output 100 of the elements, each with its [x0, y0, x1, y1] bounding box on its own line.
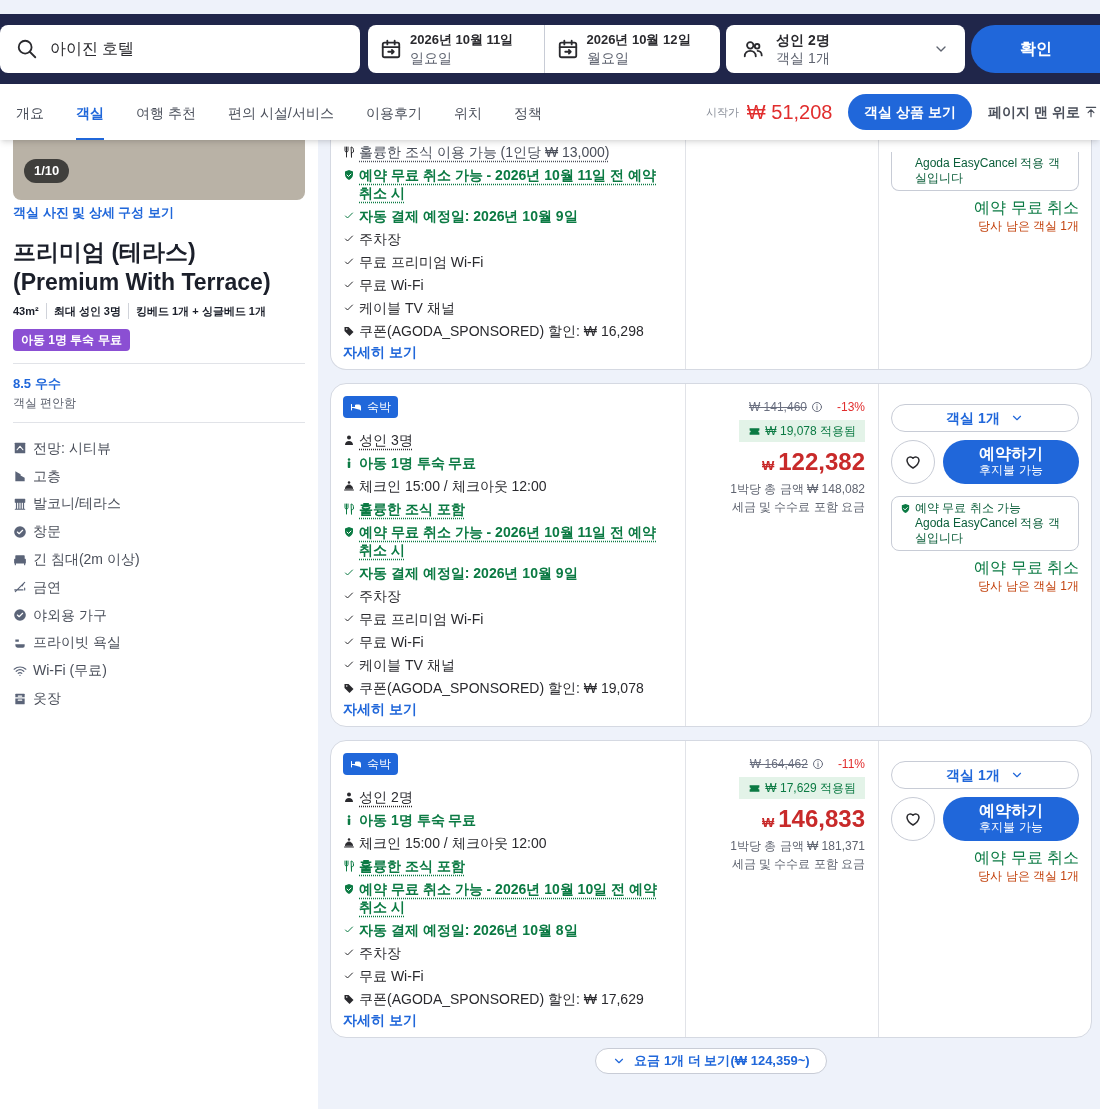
- room-photos-link[interactable]: 객실 사진 및 상세 구성 보기: [13, 203, 305, 223]
- total-price: 1박당 총 금액 ₩ 181,371: [730, 838, 865, 855]
- offer-feature: 예약 무료 취소 가능 - 2026년 10월 10일 전 예약 취소 시: [359, 879, 658, 916]
- original-price: ₩ 164,462: [749, 756, 808, 773]
- tax-note: 세금 및 수수료 포함 요금: [731, 499, 865, 516]
- nav-tab[interactable]: 여행 추천: [136, 100, 196, 140]
- confirm-button[interactable]: 확인: [971, 25, 1100, 73]
- date-text: 2026년 10월 11일: [410, 31, 514, 49]
- arrow-up-icon: [1084, 105, 1098, 119]
- offer-feature: 무료 프리미엄 Wi-Fi: [359, 252, 484, 271]
- search-icon: [16, 38, 38, 60]
- date-field[interactable]: 2026년 10월 11일 일요일 2026년 10월 12일 월요일: [368, 25, 720, 73]
- rooms-left-text: 당사 남은 객실 1개: [978, 578, 1079, 595]
- wifi-icon: [13, 663, 27, 678]
- rating-score: 8.5 우수: [13, 375, 62, 393]
- shield-icon: [343, 882, 355, 895]
- discount-percent: -13%: [837, 399, 865, 416]
- offer-feature: 예약 무료 취소 가능 - 2026년 10월 11일 전 예약 취소 시: [359, 165, 658, 202]
- bell-icon: [343, 836, 355, 849]
- info-icon: [811, 758, 824, 770]
- more-rates-button[interactable]: 요금 1개 더 보기(₩ 124,359~): [595, 1048, 827, 1074]
- heart-icon: [904, 810, 922, 828]
- currency-symbol: ₩: [761, 457, 775, 475]
- rating-label: 객실 편안함: [13, 394, 78, 412]
- room-amenity: 긴 침대(2m 이상): [33, 550, 140, 570]
- currency-symbol: ₩: [761, 814, 775, 832]
- coupon-applied-text: ₩ 17,629 적용됨: [765, 780, 856, 797]
- fork-icon: [343, 502, 355, 515]
- nav-tab[interactable]: 편의 시설/서비스: [227, 100, 334, 140]
- back-to-top-link[interactable]: 페이지 맨 위로: [988, 101, 1098, 123]
- tag-icon: [343, 681, 355, 694]
- offer-feature: 주차장: [359, 943, 401, 962]
- details-link[interactable]: 자세히 보기: [343, 699, 677, 720]
- person-icon: [343, 790, 355, 803]
- offer-feature: 무료 Wi-Fi: [359, 632, 424, 651]
- fork-icon: [343, 859, 355, 872]
- offer-feature: 주차장: [359, 586, 401, 605]
- nav-tab[interactable]: 이용후기: [365, 100, 422, 140]
- offer-feature: 아동 1명 투숙 무료: [359, 810, 477, 829]
- book-button[interactable]: 예약하기 후지불 가능: [943, 440, 1079, 484]
- weekday-text: 월요일: [586, 49, 630, 67]
- view-rooms-button[interactable]: 객실 상품 보기: [848, 94, 973, 130]
- window-icon: [13, 441, 27, 456]
- total-price: 1박당 총 금액 ₩ 148,082: [730, 481, 865, 498]
- room-amenity: Wi-Fi (무료): [33, 661, 107, 681]
- heart-icon: [904, 453, 922, 471]
- room-price: 146,833: [778, 804, 865, 834]
- offer-feature: 훌륭한 조식 포함: [359, 856, 465, 875]
- offer-feature: 쿠폰(AGODA_SPONSORED) 할인: ₩ 19,078: [359, 678, 644, 697]
- room-spec: 43m²: [13, 303, 39, 319]
- nav-tab[interactable]: 정책: [513, 100, 542, 140]
- photo-counter: 1/10: [24, 159, 70, 183]
- bell-icon: [343, 479, 355, 492]
- original-price: ₩ 141,460: [748, 399, 807, 416]
- easy-cancel-text: Agoda EasyCancel 적용 객실입니다: [914, 156, 1061, 186]
- rooms-left-text: 당사 남은 객실 1개: [978, 218, 1079, 235]
- room-title: 프리미엄 (테라스) (Premium With Terrace): [13, 237, 272, 297]
- room-spec: 최대 성인 3명: [45, 302, 121, 319]
- search-field[interactable]: 아이진 호텔: [0, 25, 360, 73]
- rooms-left-text: 당사 남은 객실 1개: [978, 868, 1079, 885]
- info-icon: [811, 401, 823, 413]
- offer-feature: 성인 2명: [359, 787, 413, 806]
- nav-tab[interactable]: 개요: [16, 100, 44, 140]
- details-link[interactable]: 자세히 보기: [343, 342, 677, 363]
- free-cancel-text: 예약 무료 취소: [974, 559, 1079, 577]
- tax-note: 세금 및 수수료 포함 요금: [731, 856, 865, 873]
- room-amenity: 야외용 가구: [33, 605, 107, 625]
- easy-cancel-title: 예약 무료 취소 가능: [915, 501, 1021, 516]
- shield-icon: [900, 503, 911, 514]
- room-price: 122,382: [778, 447, 865, 477]
- offer-feature: 무료 프리미엄 Wi-Fi: [359, 609, 484, 628]
- nav-tab[interactable]: 위치: [453, 100, 482, 140]
- rooms-text: 객실 1개: [776, 49, 831, 67]
- wardrobe-icon: [13, 691, 27, 706]
- no-smoking-icon: [13, 580, 27, 595]
- discount-percent: -11%: [837, 756, 865, 773]
- free-child-badge: 아동 1명 투숙 무료: [13, 329, 130, 351]
- offer-feature: 훌륭한 조식 이용 가능 (1인당 ₩ 13,000): [359, 142, 610, 161]
- offer-feature: 쿠폰(AGODA_SPONSORED) 할인: ₩ 16,298: [359, 321, 644, 340]
- offer-feature: 쿠폰(AGODA_SPONSORED) 할인: ₩ 17,629: [359, 989, 644, 1008]
- room-amenity: 고층: [33, 466, 61, 486]
- room-amenity: 프라이빗 욕실: [33, 633, 121, 653]
- shield-icon: [343, 525, 355, 538]
- stay-tag: 숙박: [343, 753, 398, 775]
- room-amenity: 옷장: [33, 689, 61, 709]
- offer-feature: 아동 1명 투숙 무료: [359, 453, 477, 472]
- offer-feature: 케이블 TV 채널: [359, 655, 455, 674]
- balcony-icon: [13, 497, 27, 511]
- stay-tag: 숙박: [343, 396, 398, 418]
- book-button[interactable]: 예약하기 후지불 가능: [943, 797, 1079, 841]
- offer-feature: 무료 Wi-Fi: [359, 966, 424, 985]
- offer-feature: 무료 Wi-Fi: [359, 275, 424, 294]
- guests-field[interactable]: 성인 2명 객실 1개: [726, 25, 965, 73]
- offer-feature: 예약 무료 취소 가능 - 2026년 10월 11일 전 예약 취소 시: [359, 522, 658, 559]
- check-circle-icon: [13, 524, 27, 539]
- shield-icon: [343, 168, 355, 181]
- calendar-icon: [556, 38, 579, 60]
- details-link[interactable]: 자세히 보기: [343, 1010, 677, 1031]
- room-spec: 킹베드 1개 + 싱글베드 1개: [127, 302, 266, 319]
- room-amenity: 금연: [33, 577, 61, 597]
